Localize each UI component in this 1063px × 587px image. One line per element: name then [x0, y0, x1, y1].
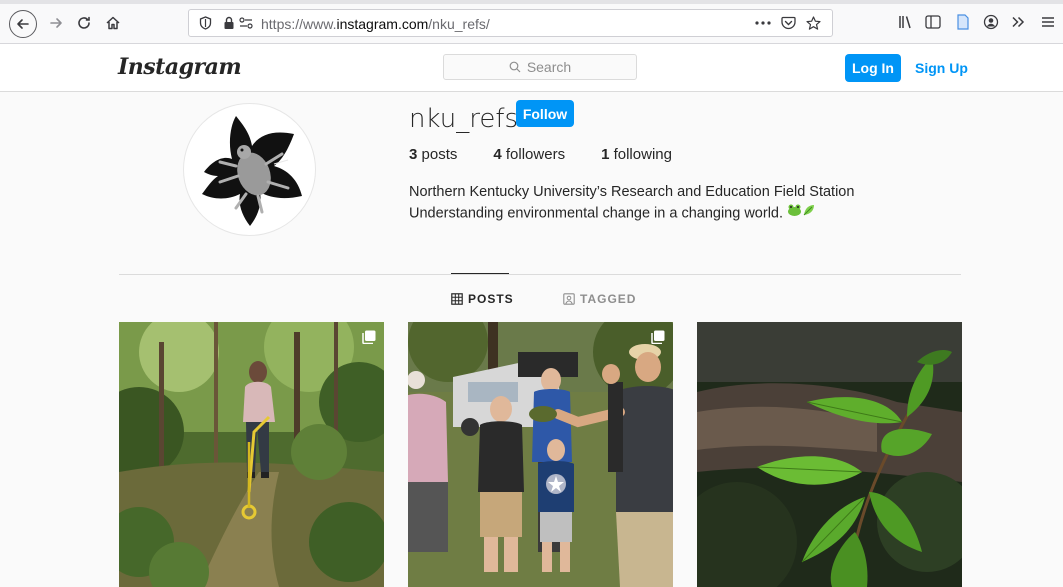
tabs-divider	[119, 274, 961, 275]
lock-icon[interactable]	[221, 15, 237, 31]
leaf-emoji-icon	[802, 203, 816, 224]
grid-icon	[451, 293, 463, 305]
bookmark-star-icon[interactable]	[805, 15, 821, 31]
login-button[interactable]: Log In	[845, 54, 901, 82]
instagram-header: Instagram Search Log In Sign Up	[0, 44, 1063, 92]
forest-photo	[119, 322, 384, 587]
search-input[interactable]: Search	[443, 54, 637, 80]
bio-line-1: Northern Kentucky University’s Research …	[409, 184, 855, 200]
overflow-icon[interactable]	[1007, 11, 1029, 33]
profile-stats: 3 posts 4 followers 1 following	[409, 146, 708, 163]
browser-toolbar: https://www.instagram.com/nku_refs/	[0, 0, 1063, 44]
signup-link[interactable]: Sign Up	[915, 60, 968, 76]
group-photo	[408, 322, 673, 587]
account-icon[interactable]	[980, 11, 1002, 33]
back-icon[interactable]	[9, 10, 37, 38]
url-host: instagram.com	[336, 16, 429, 32]
post-thumbnail-3[interactable]	[697, 322, 962, 587]
active-tab-indicator	[451, 273, 509, 274]
frog-emoji-icon	[787, 203, 802, 224]
profile-page: nku_refs Follow 3 posts 4 followers 1 fo…	[0, 92, 1063, 587]
tab-strip	[0, 0, 1063, 4]
multiple-posts-icon	[362, 330, 376, 344]
tab-posts-label: POSTS	[468, 292, 514, 306]
follow-button[interactable]: Follow	[516, 100, 574, 127]
url-text: https://www.instagram.com/nku_refs/	[261, 16, 490, 32]
shield-icon[interactable]	[197, 15, 213, 31]
reload-icon[interactable]	[72, 11, 96, 35]
sidebar-icon[interactable]	[922, 11, 944, 33]
posts-count: 3 posts	[409, 146, 457, 163]
post-thumbnail-2[interactable]	[408, 322, 673, 587]
followers-count-label: followers	[501, 146, 566, 163]
following-count-label: following	[609, 146, 672, 163]
pocket-icon[interactable]	[780, 15, 796, 31]
profile-bio: Northern Kentucky University’s Research …	[409, 182, 854, 224]
reader-icon[interactable]	[952, 11, 974, 33]
tab-posts[interactable]: POSTS	[451, 292, 514, 306]
search-icon	[509, 61, 521, 73]
page-actions-icon[interactable]	[755, 15, 771, 31]
post-thumbnail-1[interactable]	[119, 322, 384, 587]
url-scheme: https://www.	[261, 16, 337, 32]
bio-line-2-text: Understanding environmental change in a …	[409, 205, 788, 222]
following-count[interactable]: 1 following	[601, 146, 672, 163]
posts-count-label: posts	[417, 146, 458, 163]
multiple-posts-icon	[651, 330, 665, 344]
library-icon[interactable]	[895, 11, 917, 33]
tab-tagged[interactable]: TAGGED	[563, 292, 636, 306]
menu-icon[interactable]	[1037, 11, 1059, 33]
followers-count-value: 4	[493, 146, 502, 163]
leaves-photo	[697, 322, 962, 587]
bio-line-2: Understanding environmental change in a …	[409, 203, 854, 224]
tab-tagged-label: TAGGED	[580, 292, 637, 306]
followers-count[interactable]: 4 followers	[493, 146, 565, 163]
search-placeholder: Search	[526, 59, 572, 75]
tagged-user-icon	[563, 293, 575, 305]
home-icon[interactable]	[101, 11, 125, 35]
instagram-logo[interactable]: Instagram	[118, 54, 242, 80]
permissions-icon[interactable]	[238, 15, 254, 31]
profile-username: nku_refs	[409, 104, 519, 134]
leaf-frog-logo-icon	[202, 116, 302, 226]
url-path: /nku_refs/	[428, 16, 490, 32]
url-bar[interactable]: https://www.instagram.com/nku_refs/	[188, 9, 833, 37]
profile-avatar[interactable]	[183, 103, 316, 236]
forward-icon[interactable]	[44, 11, 68, 35]
